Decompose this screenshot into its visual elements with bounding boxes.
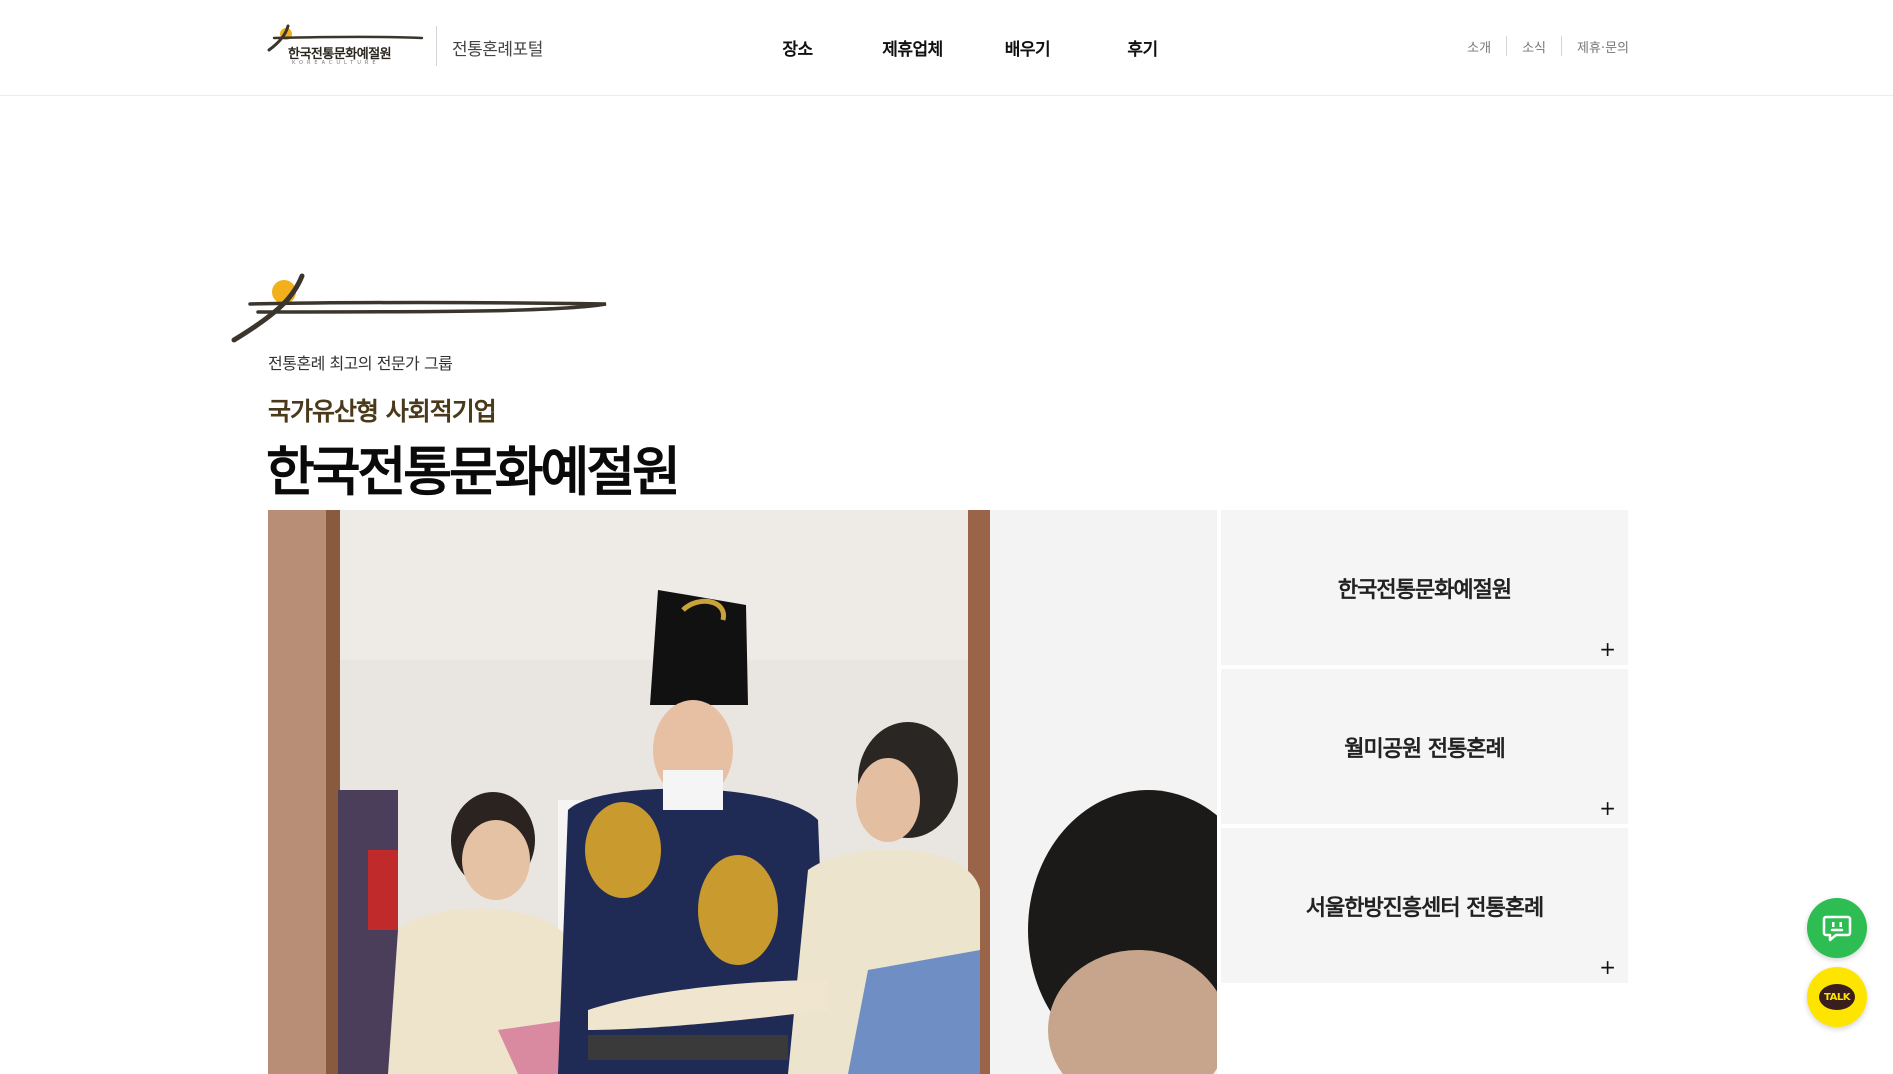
nav-item-learn[interactable]: 배우기 bbox=[970, 35, 1085, 60]
site-logo[interactable]: 한국전통문화예절원 KOREACULTURE bbox=[266, 24, 426, 68]
chat-button[interactable] bbox=[1807, 898, 1867, 958]
venue-card-title: 월미공원 전통혼례 bbox=[1344, 737, 1506, 762]
brush-stroke-logo bbox=[231, 273, 607, 343]
nav-item-reviews[interactable]: 후기 bbox=[1085, 35, 1200, 60]
hero-photo bbox=[268, 510, 1217, 1074]
utility-nav: 소개 소식 제휴·문의 bbox=[1452, 36, 1629, 56]
plus-icon[interactable]: + bbox=[1599, 957, 1616, 977]
hero-tagline: 전통혼례 최고의 전문가 그룹 bbox=[268, 354, 453, 373]
venue-card-title: 한국전통문화예절원 bbox=[1337, 578, 1512, 603]
plus-icon[interactable]: + bbox=[1599, 798, 1616, 818]
hero-photo-illustration bbox=[268, 510, 1217, 1074]
util-link-about[interactable]: 소개 bbox=[1452, 37, 1506, 56]
logo-subtext: KOREACULTURE bbox=[292, 60, 380, 66]
util-link-news[interactable]: 소식 bbox=[1507, 37, 1561, 56]
venue-card[interactable]: 월미공원 전통혼례 + bbox=[1221, 669, 1628, 824]
hero-title: 한국전통문화예절원 bbox=[266, 442, 681, 503]
portal-title[interactable]: 전통혼례포털 bbox=[452, 35, 543, 60]
venue-cards: 한국전통문화예절원 + 월미공원 전통혼례 + 서울한방진흥센터 전통혼례 + bbox=[1221, 510, 1628, 987]
venue-card[interactable]: 서울한방진흥센터 전통혼례 + bbox=[1221, 828, 1628, 983]
chat-bubble-icon bbox=[1822, 915, 1852, 942]
kakao-talk-label: TALK bbox=[1824, 991, 1850, 1003]
venue-card[interactable]: 한국전통문화예절원 + bbox=[1221, 510, 1628, 665]
util-link-contact[interactable]: 제휴·문의 bbox=[1562, 37, 1629, 56]
site-header: 한국전통문화예절원 KOREACULTURE 전통혼례포털 장소 제휴업체 배우… bbox=[0, 0, 1893, 96]
hero-subtitle: 국가유산형 사회적기업 bbox=[268, 397, 497, 426]
kakao-talk-icon: TALK bbox=[1819, 984, 1855, 1010]
venue-card-title: 서울한방진흥센터 전통혼례 bbox=[1305, 896, 1545, 921]
nav-item-place[interactable]: 장소 bbox=[740, 35, 855, 60]
kakao-talk-button[interactable]: TALK bbox=[1807, 967, 1867, 1027]
logo-divider bbox=[436, 26, 437, 66]
main-nav: 장소 제휴업체 배우기 후기 bbox=[740, 35, 1200, 60]
plus-icon[interactable]: + bbox=[1599, 639, 1616, 659]
nav-item-partners[interactable]: 제휴업체 bbox=[855, 35, 970, 60]
